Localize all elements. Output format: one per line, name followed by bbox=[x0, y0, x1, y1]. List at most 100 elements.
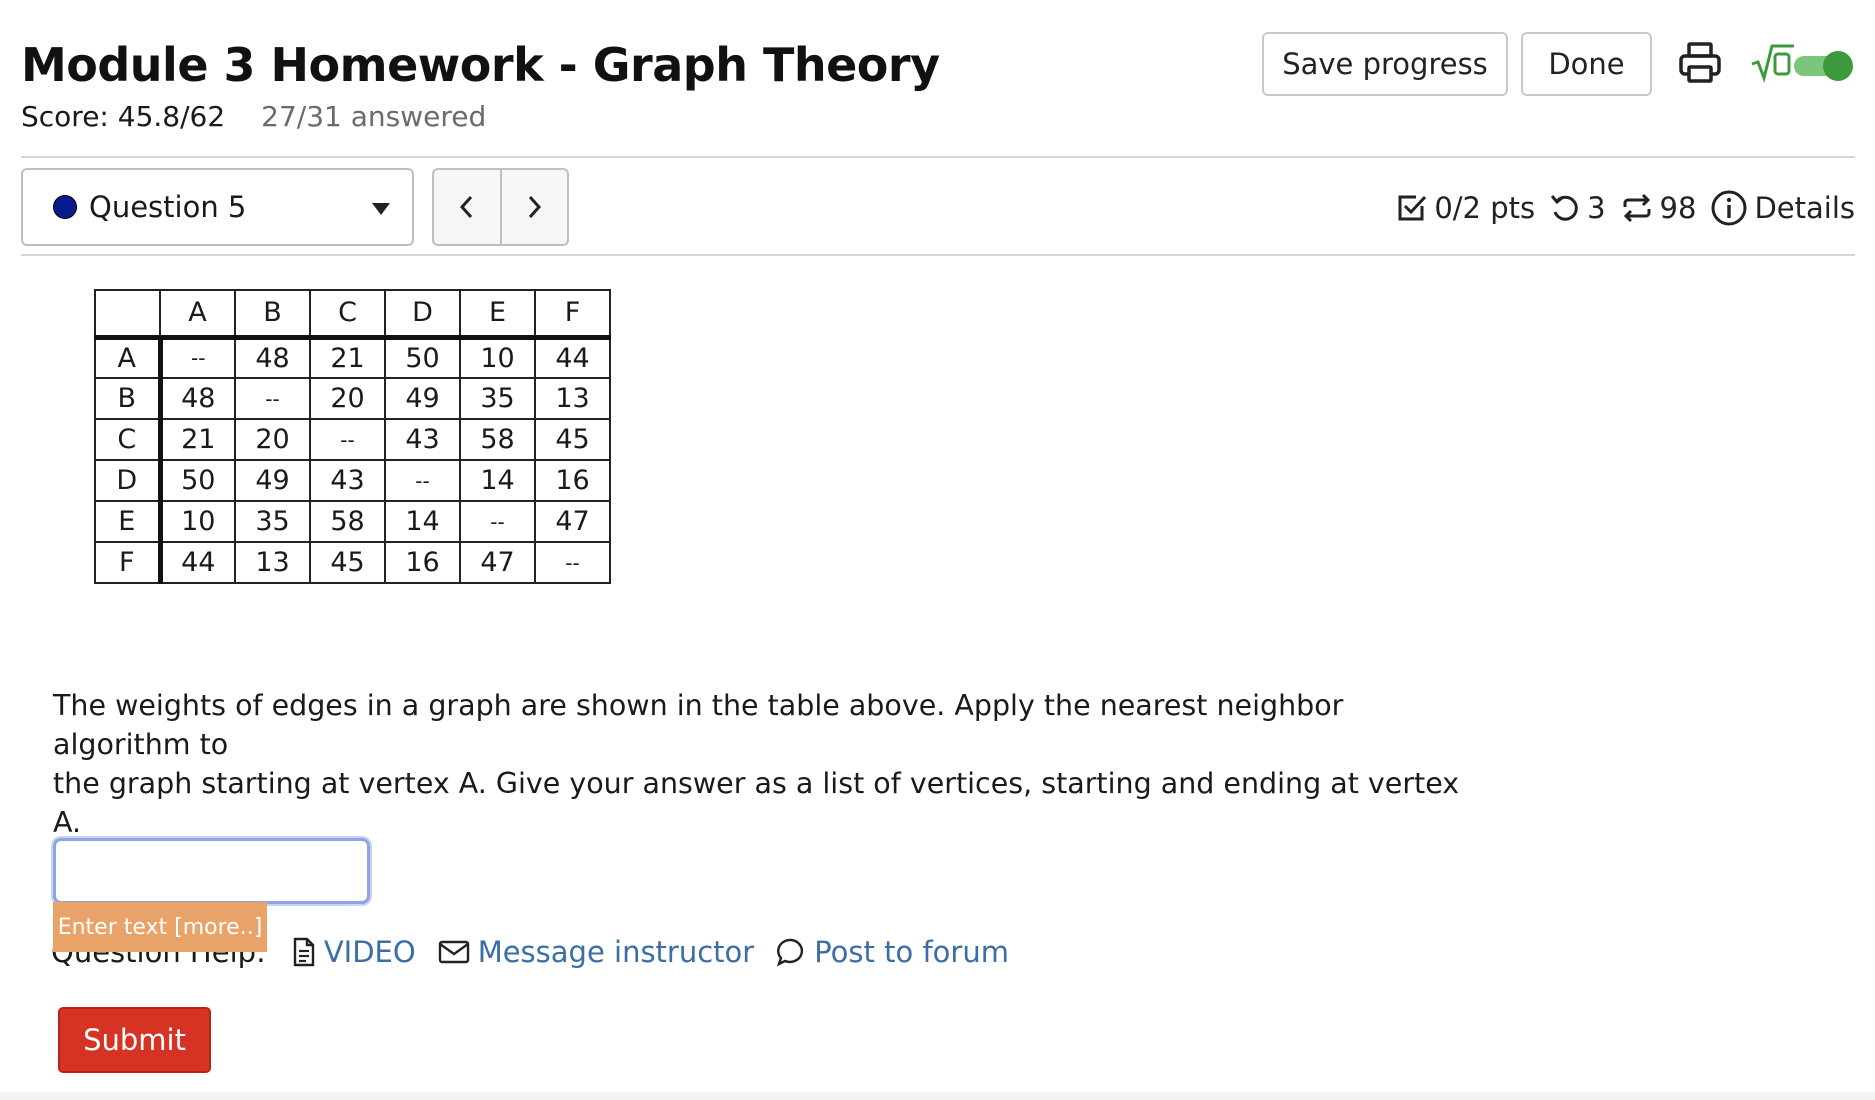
document-icon bbox=[293, 937, 315, 967]
video-link-label: VIDEO bbox=[323, 935, 416, 969]
column-header: B bbox=[234, 289, 311, 340]
caret-down-icon bbox=[372, 203, 390, 215]
row-header: C bbox=[94, 418, 163, 461]
question-nav-buttons bbox=[432, 168, 569, 246]
table-cell: 35 bbox=[459, 377, 536, 420]
retry-icon bbox=[1550, 195, 1578, 221]
column-header: D bbox=[384, 289, 461, 340]
table-cell: 44 bbox=[159, 541, 236, 584]
table-cell: 16 bbox=[534, 459, 611, 502]
points-text: 0/2 pts bbox=[1434, 191, 1536, 225]
table-cell: 20 bbox=[309, 377, 386, 420]
table-cell: 58 bbox=[459, 418, 536, 461]
table-cell: 49 bbox=[234, 459, 311, 502]
table-cell: 10 bbox=[459, 336, 536, 379]
table-row: F 44 13 45 16 47 -- bbox=[94, 541, 611, 584]
table-corner-cell bbox=[94, 289, 161, 340]
next-question-button[interactable] bbox=[499, 170, 568, 244]
row-header: B bbox=[94, 377, 163, 420]
score-line: Score: 45.8/62 27/31 answered bbox=[21, 100, 486, 133]
table-row: C 21 20 -- 43 58 45 bbox=[94, 418, 611, 461]
table-cell: 43 bbox=[384, 418, 461, 461]
input-hint-tooltip[interactable]: Enter text [more..] bbox=[53, 902, 267, 952]
printer-icon[interactable] bbox=[1677, 40, 1723, 86]
table-cell: -- bbox=[234, 377, 311, 420]
info-icon bbox=[1711, 190, 1747, 226]
table-row: A -- 48 21 50 10 44 bbox=[94, 336, 611, 379]
table-row: D 50 49 43 -- 14 16 bbox=[94, 459, 611, 502]
edge-weight-table: A B C D E F A -- 48 21 50 10 44 B 48 -- bbox=[94, 289, 611, 584]
table-row: E 10 35 58 14 -- 47 bbox=[94, 500, 611, 543]
table-row: B 48 -- 20 49 35 13 bbox=[94, 377, 611, 420]
math-entry-toggle[interactable] bbox=[1750, 42, 1854, 86]
table-cell: 47 bbox=[459, 541, 536, 584]
repeat-icon bbox=[1623, 193, 1651, 223]
message-instructor-label: Message instructor bbox=[477, 935, 755, 969]
table-cell: 43 bbox=[309, 459, 386, 502]
envelope-icon bbox=[438, 940, 469, 964]
column-header: C bbox=[309, 289, 386, 340]
previous-question-button[interactable] bbox=[434, 170, 500, 244]
table-cell: -- bbox=[309, 418, 386, 461]
table-header-row: A B C D E F bbox=[94, 289, 611, 340]
table-cell: -- bbox=[459, 500, 536, 543]
column-header: F bbox=[534, 289, 611, 340]
row-header: E bbox=[94, 500, 163, 543]
done-button[interactable]: Done bbox=[1521, 32, 1652, 96]
table-cell: 45 bbox=[534, 418, 611, 461]
table-cell: -- bbox=[159, 336, 236, 379]
table-cell: 45 bbox=[309, 541, 386, 584]
question-text-line: The weights of edges in a graph are show… bbox=[53, 689, 1344, 761]
details-label: Details bbox=[1754, 191, 1855, 225]
table-cell: 49 bbox=[384, 377, 461, 420]
table-cell: 48 bbox=[159, 377, 236, 420]
row-header: F bbox=[94, 541, 163, 584]
question-stats: 0/2 pts 3 98 Details bbox=[1382, 186, 1855, 230]
page-bottom-band bbox=[0, 1092, 1875, 1100]
column-header: E bbox=[459, 289, 536, 340]
header-divider bbox=[21, 156, 1855, 158]
nav-divider bbox=[21, 254, 1855, 256]
table-cell: 44 bbox=[534, 336, 611, 379]
question-status-dot bbox=[53, 195, 77, 219]
table-cell: 13 bbox=[534, 377, 611, 420]
table-cell: 21 bbox=[159, 418, 236, 461]
submit-button[interactable]: Submit bbox=[58, 1007, 211, 1073]
table-cell: 14 bbox=[384, 500, 461, 543]
row-header: A bbox=[94, 336, 163, 379]
message-instructor-link[interactable]: Message instructor bbox=[438, 935, 755, 969]
table-cell: 13 bbox=[234, 541, 311, 584]
video-link[interactable]: VIDEO bbox=[292, 935, 416, 969]
score-text: Score: 45.8/62 bbox=[21, 100, 226, 133]
checkbox-icon bbox=[1398, 195, 1427, 221]
table-cell: 16 bbox=[384, 541, 461, 584]
table-cell: 35 bbox=[234, 500, 311, 543]
versions-stat: 98 bbox=[1620, 191, 1697, 225]
column-header: A bbox=[159, 289, 236, 340]
question-text-line: the graph starting at vertex A. Give you… bbox=[53, 767, 1460, 839]
speech-bubble-icon bbox=[777, 938, 804, 967]
details-button[interactable]: Details bbox=[1710, 189, 1855, 227]
versions-count: 98 bbox=[1659, 191, 1697, 225]
table-cell: 21 bbox=[309, 336, 386, 379]
table-cell: 10 bbox=[159, 500, 236, 543]
table-cell: 47 bbox=[534, 500, 611, 543]
retries-count: 3 bbox=[1587, 191, 1606, 225]
row-header: D bbox=[94, 459, 163, 502]
chevron-left-icon bbox=[459, 195, 472, 219]
table-cell: 14 bbox=[459, 459, 536, 502]
retries-stat: 3 bbox=[1549, 191, 1606, 225]
post-to-forum-label: Post to forum bbox=[814, 935, 1009, 969]
answer-input[interactable] bbox=[53, 838, 370, 904]
table-cell: 48 bbox=[234, 336, 311, 379]
table-cell: -- bbox=[384, 459, 461, 502]
chevron-right-icon bbox=[529, 195, 542, 219]
save-progress-button[interactable]: Save progress bbox=[1262, 32, 1508, 96]
post-to-forum-link[interactable]: Post to forum bbox=[776, 935, 1009, 969]
points-stat: 0/2 pts bbox=[1396, 191, 1535, 225]
page-title: Module 3 Homework - Graph Theory bbox=[21, 38, 940, 92]
question-select[interactable]: Question 5 bbox=[21, 168, 414, 246]
table-cell: 20 bbox=[234, 418, 311, 461]
question-select-label: Question 5 bbox=[89, 190, 247, 224]
table-cell: 50 bbox=[384, 336, 461, 379]
